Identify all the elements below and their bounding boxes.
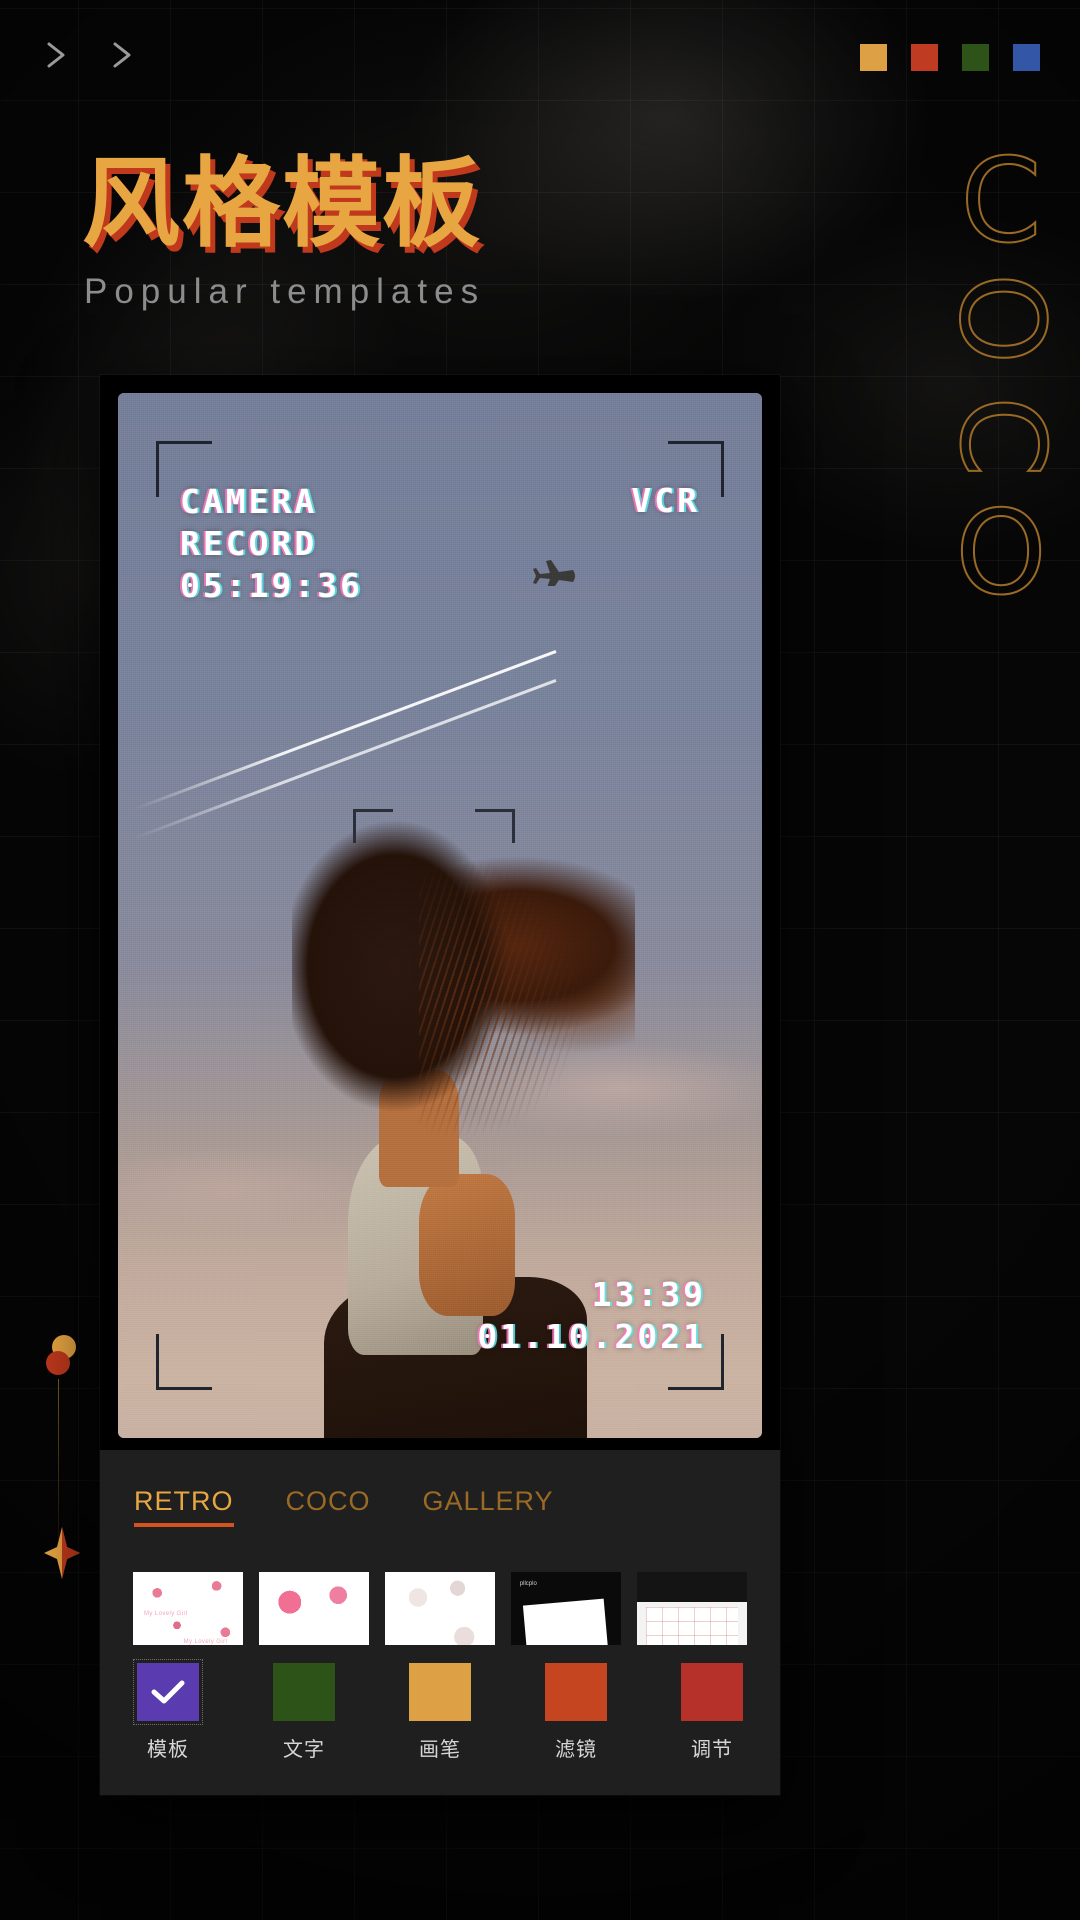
toolbar-label-template: 模板 [147, 1737, 189, 1761]
swatch-blue[interactable] [1013, 44, 1040, 71]
overlay-camera-status: CAMERA RECORD 05:19:36 [180, 481, 363, 608]
swatch-red[interactable] [911, 44, 938, 71]
grid-thumb-topbar [637, 1572, 747, 1603]
chevron-right-icon-1[interactable] [42, 40, 72, 70]
chevron-right-icon-2[interactable] [108, 40, 138, 70]
toolbar-label-text: 文字 [283, 1737, 325, 1761]
viewfinder-bracket-bl [156, 1334, 212, 1390]
tab-retro[interactable]: RETRO [134, 1486, 234, 1527]
overlay-line-duration: 05:19:36 [180, 566, 363, 606]
toolbar-label-filter: 滤镜 [555, 1737, 597, 1761]
template-swatch [133, 1659, 203, 1725]
template-tabs: RETRO COCO GALLERY [134, 1486, 554, 1527]
preview-area: CAMERA RECORD 05:19:36 VCR 13:39 01.10.2… [100, 375, 780, 1450]
page-title-cn: 风格模板 [82, 147, 483, 261]
filter-swatch [545, 1663, 607, 1721]
tab-gallery[interactable]: GALLERY [423, 1486, 554, 1527]
toolbar-item-filter[interactable]: 滤镜 [526, 1663, 626, 1762]
swatch-amber[interactable] [860, 44, 887, 71]
check-icon [151, 1680, 185, 1704]
swatch-green[interactable] [962, 44, 989, 71]
toolbar-item-brush[interactable]: 画笔 [390, 1663, 490, 1762]
top-bar [0, 0, 1080, 110]
toolbar-item-text[interactable]: 文字 [254, 1663, 354, 1762]
thumb-caption-1: My Lovely Girl [144, 1611, 188, 1618]
overlay-time: 13:39 [591, 1274, 706, 1314]
focus-bracket-left [353, 808, 394, 843]
overlay-line-camera: CAMERA [180, 482, 318, 521]
nav-chevrons [42, 40, 138, 70]
preview-photo[interactable]: CAMERA RECORD 05:19:36 VCR 13:39 01.10.2… [118, 393, 762, 1438]
focus-bracket-right [475, 808, 516, 843]
editor-card: CAMERA RECORD 05:19:36 VCR 13:39 01.10.2… [100, 375, 780, 1795]
overlay-timestamp: 13:39 01.10.2021 [477, 1274, 706, 1358]
overlay-vcr-label: VCR [631, 481, 700, 520]
text-swatch [273, 1663, 335, 1721]
editor-toolbar: 模板 文字 画笔 滤镜 调节 [100, 1645, 780, 1795]
palette-swatches [860, 44, 1040, 71]
adjust-swatch [681, 1663, 743, 1721]
toolbar-label-brush: 画笔 [419, 1737, 461, 1761]
overlay-date: 01.10.2021 [477, 1316, 706, 1356]
toolbar-item-adjust[interactable]: 调节 [662, 1663, 762, 1762]
overlay-line-record: RECORD [180, 524, 318, 564]
brush-swatch [409, 1663, 471, 1721]
page-subtitle-en: Popular templates [84, 272, 486, 311]
poster-caption: pllcplo [519, 1581, 537, 1588]
toolbar-label-adjust: 调节 [691, 1737, 733, 1761]
tab-coco[interactable]: COCO [286, 1486, 371, 1527]
page-root: 风格模板 Popular templates C O C O [0, 0, 1080, 1920]
toolbar-item-template[interactable]: 模板 [118, 1659, 218, 1762]
